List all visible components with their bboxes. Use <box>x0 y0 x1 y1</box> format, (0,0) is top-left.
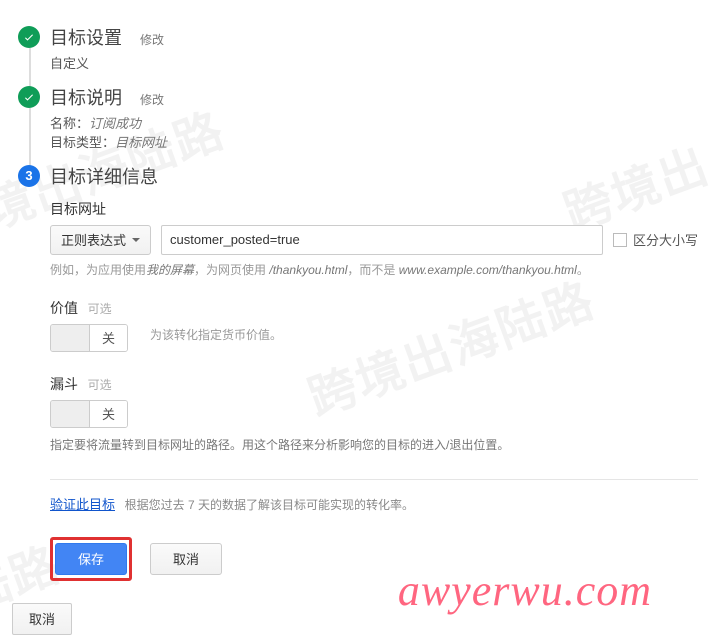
goal-type-row: 目标类型：目标网址 <box>50 133 698 153</box>
save-button[interactable]: 保存 <box>55 543 127 575</box>
value-label: 价值 <box>50 300 78 316</box>
divider <box>50 479 698 480</box>
toggle-off-seg[interactable]: 关 <box>89 401 127 427</box>
toggle-on-seg[interactable] <box>51 401 89 427</box>
match-type-dropdown[interactable]: 正则表达式 <box>50 225 151 255</box>
verify-hint: 根据您过去 7 天的数据了解该目标可能实现的转化率。 <box>125 498 414 512</box>
case-sensitive-label: 区分大小写 <box>633 230 698 249</box>
save-highlight: 保存 <box>50 537 132 581</box>
case-sensitive-checkbox[interactable]: 区分大小写 <box>613 230 698 249</box>
step-goal-setup: 目标设置 修改 自定义 <box>18 24 698 74</box>
goal-name-label: 名称： <box>50 116 89 131</box>
check-icon <box>18 86 40 108</box>
funnel-optional: 可选 <box>88 378 112 392</box>
destination-url-label: 目标网址 <box>50 199 698 219</box>
goal-name-value: 订阅成功 <box>89 116 141 131</box>
step-subtitle: 自定义 <box>50 54 698 74</box>
step-goal-details: 3 目标详细信息 目标网址 正则表达式 区分大小写 <box>18 163 698 581</box>
cancel-button[interactable]: 取消 <box>150 543 222 575</box>
value-hint: 为该转化指定货币价值。 <box>150 326 282 343</box>
edit-link[interactable]: 修改 <box>140 31 164 48</box>
step-number-badge: 3 <box>18 165 40 187</box>
chevron-down-icon <box>132 238 140 242</box>
funnel-toggle[interactable]: 关 <box>50 400 128 428</box>
funnel-label: 漏斗 <box>50 376 78 392</box>
check-icon <box>18 26 40 48</box>
goal-type-value: 目标网址 <box>115 135 167 150</box>
step-title: 目标说明 <box>50 84 122 110</box>
goal-type-label: 目标类型： <box>50 135 115 150</box>
checkbox-icon <box>613 233 627 247</box>
step-title: 目标详细信息 <box>50 163 158 189</box>
value-optional: 可选 <box>88 302 112 316</box>
match-type-value: 正则表达式 <box>61 230 126 249</box>
goal-name-row: 名称：订阅成功 <box>50 114 698 134</box>
verify-goal-link[interactable]: 验证此目标 <box>50 497 115 512</box>
toggle-off-seg[interactable]: 关 <box>89 325 127 351</box>
step-title: 目标设置 <box>50 24 122 50</box>
edit-link[interactable]: 修改 <box>140 91 164 108</box>
step-goal-description: 目标说明 修改 名称：订阅成功 目标类型：目标网址 <box>18 84 698 153</box>
toggle-on-seg[interactable] <box>51 325 89 351</box>
destination-hint: 例如，为应用使用我的屏幕，为网页使用 /thankyou.html，而不是 ww… <box>50 261 698 280</box>
value-toggle[interactable]: 关 <box>50 324 128 352</box>
funnel-hint: 指定要将流量转到目标网址的路径。用这个路径来分析影响您的目标的进入/退出位置。 <box>50 436 698 455</box>
bottom-cancel-button[interactable]: 取消 <box>12 603 72 635</box>
destination-url-input[interactable] <box>161 225 603 255</box>
